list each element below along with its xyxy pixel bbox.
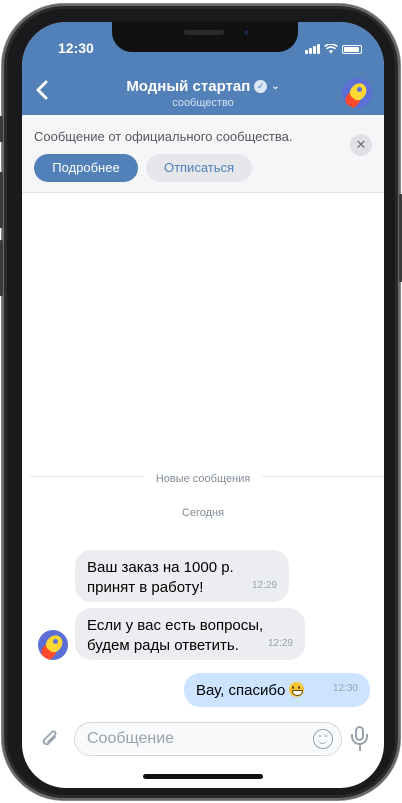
verified-check-icon: ✓	[254, 80, 268, 93]
chevron-down-icon: ⌄	[271, 81, 280, 92]
community-name: Модный стартап	[126, 78, 251, 95]
message-input[interactable]	[75, 723, 295, 755]
chat-header: 12:30 Модный стартап ✓ ⌄ сообщество	[22, 22, 384, 115]
message-text-line: принят в работу!	[87, 579, 204, 596]
rocket-icon	[342, 78, 372, 108]
message-text: Вау, спасибо	[196, 682, 286, 699]
message-time: 12:29	[251, 580, 277, 591]
battery-icon	[342, 45, 362, 54]
message-text-line: будем рады ответить.	[87, 637, 239, 654]
unsubscribe-button[interactable]: Отписаться	[146, 154, 252, 182]
new-messages-label-wrap: Новые сообщения	[22, 469, 384, 487]
message-time: 12:29	[267, 638, 293, 649]
home-indicator[interactable]	[143, 774, 263, 779]
volume-down-button	[0, 240, 3, 296]
notch	[112, 22, 298, 52]
message-time: 12:30	[332, 683, 358, 694]
chat-subtitle: сообщество	[172, 97, 234, 109]
message-input-wrap	[74, 722, 342, 756]
wifi-icon	[324, 44, 338, 54]
official-community-banner: Сообщение от официального сообщества. ✕ …	[22, 115, 384, 193]
outgoing-message[interactable]: Вау, спасибо 12:30	[184, 673, 370, 707]
banner-text: Сообщение от официального сообщества.	[34, 129, 293, 144]
close-icon[interactable]: ✕	[350, 134, 372, 156]
new-messages-label: Новые сообщения	[143, 473, 263, 485]
attach-button[interactable]	[40, 728, 60, 756]
microphone-icon[interactable]	[348, 726, 372, 754]
message-composer	[22, 718, 384, 762]
volume-up-button	[0, 172, 3, 228]
front-camera	[242, 28, 251, 37]
date-separator: Сегодня	[181, 507, 225, 519]
sender-avatar[interactable]	[38, 630, 68, 660]
silent-switch	[0, 116, 3, 142]
incoming-message[interactable]: Ваш заказ на 1000 р. принят в работу! 12…	[75, 550, 289, 602]
emoji-icon[interactable]	[313, 729, 333, 749]
chat-title-area[interactable]: Модный стартап ✓ ⌄ сообщество	[22, 78, 384, 109]
speaker	[184, 30, 224, 35]
grinning-face-icon	[289, 682, 305, 697]
details-button[interactable]: Подробнее	[34, 154, 138, 182]
chat-title: Модный стартап ✓ ⌄	[126, 78, 279, 95]
message-text-line: Ваш заказ на 1000 р.	[87, 559, 234, 576]
screen: 12:30 Модный стартап ✓ ⌄ сообщество Сооб…	[22, 22, 384, 788]
signal-icon	[305, 44, 320, 54]
phone-frame: 12:30 Модный стартап ✓ ⌄ сообщество Сооб…	[0, 4, 402, 800]
status-time: 12:30	[58, 40, 94, 56]
status-icons	[305, 44, 362, 54]
incoming-message[interactable]: Если у вас есть вопросы, будем рады отве…	[75, 608, 305, 660]
community-avatar[interactable]	[342, 78, 372, 108]
rocket-icon	[38, 630, 68, 660]
paperclip-icon	[42, 730, 57, 746]
message-text-line: Если у вас есть вопросы,	[87, 617, 264, 634]
